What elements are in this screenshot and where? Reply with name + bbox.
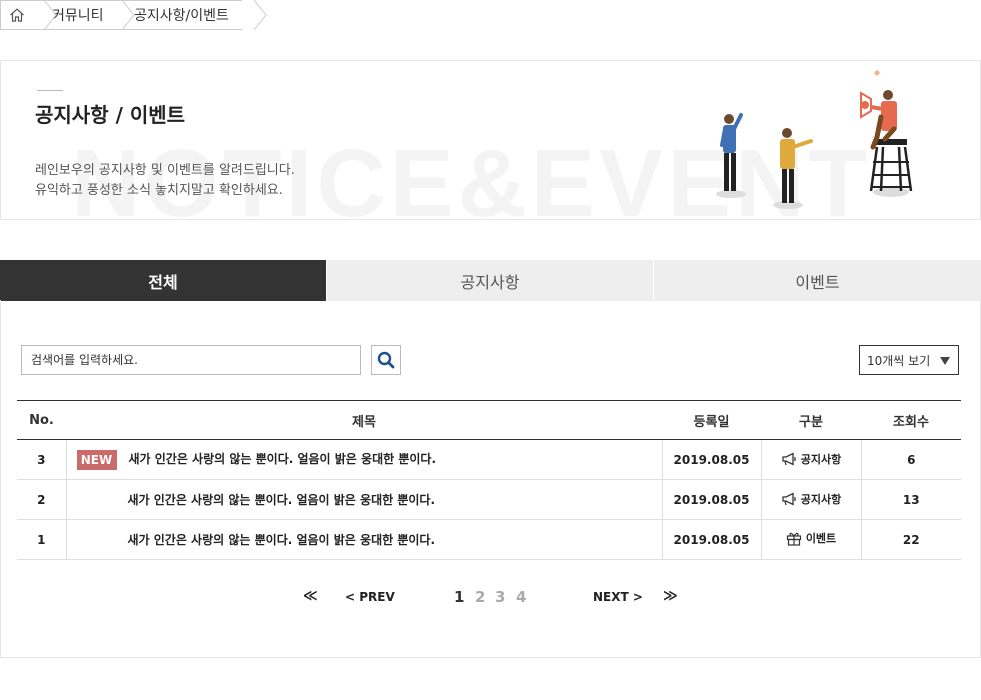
table-row[interactable]: 2 새가 인간은 사랑의 않는 뿐이다. 얼음이 밝은 웅대한 뿐이다. 201… — [17, 479, 961, 520]
tab-event[interactable]: 이벤트 — [654, 260, 981, 301]
search-input[interactable] — [21, 345, 361, 375]
row-title[interactable]: 새가 인간은 사랑의 않는 뿐이다. 얼음이 밝은 웅대한 뿐이다. — [128, 533, 436, 547]
column-header-views: 조회수 — [861, 400, 961, 440]
hero-description-line: 레인보우의 공지사항 및 이벤트를 알려드립니다. — [35, 163, 295, 178]
breadcrumb: 커뮤니티 공지사항/이벤트 — [0, 0, 267, 30]
breadcrumb-item-label: 커뮤니티 — [52, 8, 104, 24]
column-header-no: No. — [17, 400, 66, 440]
prev-page-button[interactable]: < PREV — [345, 590, 395, 604]
last-page-button[interactable]: ≫ — [663, 588, 678, 604]
board-table: No. 제목 등록일 구분 조회수 3 NEW 새가 인간은 사랑의 않는 뿐이다… — [17, 400, 961, 560]
row-views: 6 — [860, 439, 961, 480]
tab-notice[interactable]: 공지사항 — [327, 260, 654, 301]
row-no: 3 — [17, 439, 66, 480]
row-title[interactable]: 새가 인간은 사랑의 않는 뿐이다. 얼음이 밝은 웅대한 뿐이다. — [128, 493, 436, 507]
people-megaphone-illustration — [716, 70, 913, 209]
chevron-down-icon — [940, 357, 950, 365]
hero-description: 레인보우의 공지사항 및 이벤트를 알려드립니다. 유익하고 풍성한 소식 놓치… — [35, 161, 295, 201]
row-no: 1 — [17, 519, 66, 560]
row-title-cell[interactable]: 새가 인간은 사랑의 않는 뿐이다. 얼음이 밝은 웅대한 뿐이다. — [65, 519, 662, 560]
megaphone-icon — [782, 451, 796, 466]
row-category: 공지사항 — [760, 439, 861, 480]
category-label: 공지사항 — [800, 452, 842, 466]
column-header-title: 제목 — [66, 400, 662, 440]
per-page-selected: 10개씩 보기 — [867, 353, 931, 368]
row-title-cell[interactable]: NEW 새가 인간은 사랑의 않는 뿐이다. 얼음이 밝은 웅대한 뿐이다. — [65, 439, 662, 480]
table-row[interactable]: 1 새가 인간은 사랑의 않는 뿐이다. 얼음이 밝은 웅대한 뿐이다. 201… — [17, 519, 961, 560]
page-number-1[interactable]: 1 — [454, 588, 464, 606]
hero-banner: NOTICE&EVENT 공지사항 / 이벤트 레인보우의 공지사항 및 이벤트… — [0, 60, 981, 220]
new-badge: NEW — [76, 449, 117, 470]
first-page-button[interactable]: ≪ — [303, 588, 318, 604]
column-header-category: 구분 — [761, 400, 861, 440]
category-label: 공지사항 — [800, 492, 842, 506]
page-number-4[interactable]: 4 — [516, 588, 526, 606]
megaphone-icon — [782, 491, 796, 506]
gift-icon — [786, 532, 801, 546]
column-header-date: 등록일 — [662, 400, 761, 440]
row-category: 공지사항 — [760, 479, 861, 520]
page-number-2[interactable]: 2 — [475, 588, 485, 606]
row-title[interactable]: 새가 인간은 사랑의 않는 뿐이다. 얼음이 밝은 웅대한 뿐이다. — [129, 452, 437, 466]
row-no: 2 — [17, 479, 66, 520]
table-row[interactable]: 3 NEW 새가 인간은 사랑의 않는 뿐이다. 얼음이 밝은 웅대한 뿐이다. … — [17, 439, 961, 480]
category-label: 이벤트 — [805, 532, 837, 546]
breadcrumb-home[interactable] — [0, 0, 57, 30]
row-views: 13 — [860, 479, 961, 520]
next-page-button[interactable]: NEXT > — [593, 590, 643, 604]
row-date: 2019.08.05 — [661, 479, 761, 520]
breadcrumb-item-label: 공지사항/이벤트 — [134, 8, 229, 24]
row-views: 22 — [860, 519, 961, 560]
title-accent-line — [37, 90, 63, 91]
row-title-cell[interactable]: 새가 인간은 사랑의 않는 뿐이다. 얼음이 밝은 웅대한 뿐이다. — [65, 479, 662, 520]
per-page-select[interactable]: 10개씩 보기 — [859, 345, 959, 375]
row-category: 이벤트 — [760, 519, 861, 560]
page-number-3[interactable]: 3 — [495, 588, 505, 606]
home-icon — [9, 8, 24, 22]
search-button[interactable] — [371, 345, 401, 375]
row-date: 2019.08.05 — [661, 439, 761, 480]
pagination: ≪ < PREV 1 2 3 4 NEXT > ≫ — [0, 588, 981, 610]
table-header-row: No. 제목 등록일 구분 조회수 — [17, 400, 961, 440]
category-tabs: 전체 공지사항 이벤트 — [0, 260, 981, 301]
row-date: 2019.08.05 — [661, 519, 761, 560]
tab-all[interactable]: 전체 — [0, 260, 327, 301]
page-title: 공지사항 / 이벤트 — [35, 103, 186, 127]
search-icon — [377, 351, 395, 369]
hero-description-line: 유익하고 풍성한 소식 놓치지말고 확인하세요. — [35, 183, 283, 198]
